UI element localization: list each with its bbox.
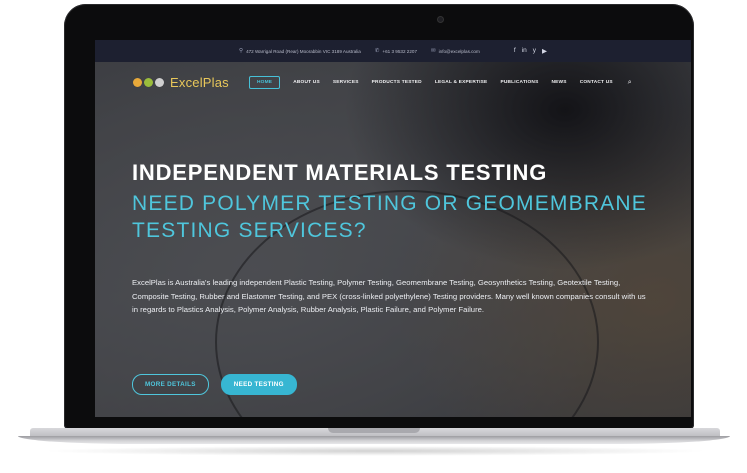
topbar-phone-text[interactable]: +61 3 9532 2207 bbox=[382, 49, 417, 54]
hero-headline: INDEPENDENT MATERIALS TESTING bbox=[132, 160, 548, 185]
location-pin-icon: ⚲ bbox=[239, 48, 244, 54]
nav-item-publications[interactable]: PUBLICATIONS bbox=[500, 80, 538, 85]
phone-icon: ✆ bbox=[374, 48, 380, 54]
webcam-icon bbox=[437, 16, 444, 23]
laptop-notch bbox=[328, 428, 420, 433]
hero-buttons: MORE DETAILS NEED TESTING bbox=[132, 374, 297, 395]
hero-subheadline: NEED POLYMER TESTING OR GEOMEMBRANE TEST… bbox=[132, 192, 647, 242]
social-links: f in y ▶ bbox=[514, 47, 547, 55]
brand-name: ExcelPlas bbox=[170, 75, 229, 90]
nav-item-services[interactable]: SERVICES bbox=[333, 80, 359, 85]
nav-item-about-us[interactable]: ABOUT US bbox=[293, 80, 320, 85]
topbar-address: ⚲ 472 Warrigal Road (Rear) Moorabbin VIC… bbox=[239, 48, 361, 54]
logo-dot-orange-icon bbox=[133, 78, 142, 87]
nav-item-products-tested[interactable]: PRODUCTS TESTED bbox=[372, 80, 422, 85]
nav-menu: HOME ABOUT US SERVICES PRODUCTS TESTED L… bbox=[249, 76, 632, 89]
nav-item-news[interactable]: NEWS bbox=[551, 80, 566, 85]
contact-topbar: ⚲ 472 Warrigal Road (Rear) Moorabbin VIC… bbox=[95, 40, 691, 62]
topbar-email[interactable]: ✉ info@excelplas.com bbox=[431, 48, 480, 54]
laptop-base-bottom bbox=[18, 436, 730, 444]
logo-dot-green-icon bbox=[144, 78, 153, 87]
youtube-icon[interactable]: ▶ bbox=[542, 47, 547, 55]
laptop-screen: ⚲ 472 Warrigal Road (Rear) Moorabbin VIC… bbox=[95, 40, 691, 417]
logo-dot-grey-icon bbox=[155, 78, 164, 87]
nav-item-legal-expertise[interactable]: LEGAL & EXPERTISE bbox=[435, 80, 488, 85]
laptop-mockup: ⚲ 472 Warrigal Road (Rear) Moorabbin VIC… bbox=[0, 0, 747, 473]
facebook-icon[interactable]: f bbox=[514, 47, 516, 55]
laptop-shadow bbox=[40, 446, 710, 456]
linkedin-icon[interactable]: in bbox=[522, 47, 527, 55]
topbar-phone[interactable]: ✆ +61 3 9532 2207 bbox=[375, 48, 417, 54]
search-icon[interactable]: ⌕ bbox=[628, 79, 632, 87]
hero-description: ExcelPlas is Australia's leading indepen… bbox=[132, 278, 646, 314]
twitter-icon[interactable]: y bbox=[533, 47, 536, 55]
need-testing-button[interactable]: NEED TESTING bbox=[220, 374, 297, 395]
main-navigation: ExcelPlas HOME ABOUT US SERVICES PRODUCT… bbox=[95, 62, 691, 102]
more-details-button[interactable]: MORE DETAILS bbox=[132, 374, 209, 395]
nav-item-contact-us[interactable]: CONTACT US bbox=[580, 80, 613, 85]
nav-item-home[interactable]: HOME bbox=[249, 76, 281, 89]
topbar-email-text[interactable]: info@excelplas.com bbox=[439, 49, 480, 54]
mail-icon: ✉ bbox=[431, 48, 436, 54]
brand-logo[interactable]: ExcelPlas bbox=[133, 75, 229, 90]
topbar-address-text: 472 Warrigal Road (Rear) Moorabbin VIC 3… bbox=[246, 48, 361, 54]
